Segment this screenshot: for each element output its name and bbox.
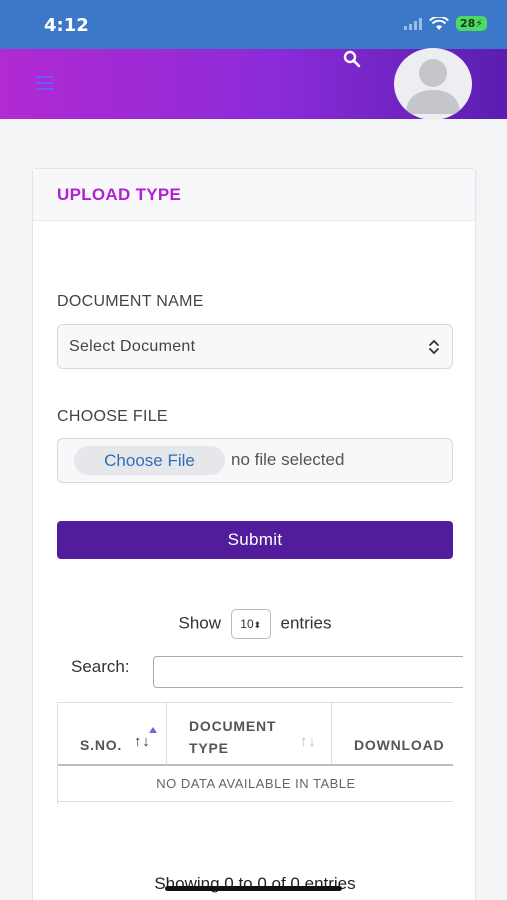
- column-header-document-type[interactable]: DOCUMENT TYPE ↑↓: [167, 703, 332, 765]
- home-indicator: [165, 886, 342, 891]
- wifi-icon: [429, 16, 449, 30]
- column-header-download[interactable]: DOWNLOAD: [332, 703, 453, 765]
- choose-file-button[interactable]: Choose File: [74, 446, 225, 475]
- sort-icon: ↑↓: [134, 733, 151, 750]
- select-caret-icon: ⬍: [253, 620, 262, 630]
- entries-select[interactable]: 10⬍: [230, 609, 271, 639]
- hamburger-icon[interactable]: [36, 76, 54, 90]
- avatar-silhouette-icon: [406, 59, 460, 114]
- status-bar: 4:12 28⚡: [0, 0, 507, 49]
- column-header-sno[interactable]: S.NO. ↑↓: [58, 703, 167, 765]
- document-select-value: Select Document: [69, 338, 196, 355]
- signal-icon: [403, 17, 422, 30]
- entries-label: entries: [280, 613, 332, 633]
- table-info: Showing 0 to 0 of 0 entries: [154, 874, 356, 893]
- entries-select-value: 10: [240, 617, 254, 631]
- column-header-label: S.NO.: [80, 737, 123, 753]
- search-icon[interactable]: [343, 50, 361, 68]
- battery-indicator: 28⚡: [455, 16, 487, 31]
- select-caret-icon: [429, 339, 439, 355]
- battery-level: 28: [459, 17, 476, 30]
- sort-icon: ↑↓: [300, 733, 317, 750]
- document-name-label: DOCUMENT NAME: [57, 293, 204, 310]
- show-label: Show: [178, 613, 222, 633]
- user-avatar-icon[interactable]: [394, 48, 472, 120]
- card-header: UPLOAD TYPE: [33, 169, 475, 221]
- column-header-label: DOCUMENT TYPE: [189, 718, 277, 756]
- show-entries-row: Show 10⬍ entries: [33, 609, 477, 639]
- file-status: no file selected: [231, 450, 345, 469]
- submit-button[interactable]: Submit: [57, 521, 453, 559]
- data-table: S.NO. ↑↓ DOCUMENT TYPE ↑↓ DOWNLOAD NO DA…: [57, 702, 453, 804]
- file-input[interactable]: Choose File no file selected: [57, 438, 453, 483]
- table-empty-row: NO DATA AVAILABLE IN TABLE: [58, 766, 453, 802]
- status-icons: 28⚡: [403, 16, 487, 31]
- choose-file-label: CHOOSE FILE: [57, 408, 168, 425]
- sort-ascending-icon: [149, 727, 157, 733]
- document-select[interactable]: Select Document: [57, 324, 453, 369]
- search-label: Search:: [71, 657, 130, 676]
- status-time: 4:12: [44, 15, 89, 36]
- upload-card: UPLOAD TYPE DOCUMENT NAME Select Documen…: [32, 168, 476, 900]
- table-header: S.NO. ↑↓ DOCUMENT TYPE ↑↓ DOWNLOAD: [58, 702, 453, 766]
- card-title: UPLOAD TYPE: [57, 185, 182, 204]
- search-input[interactable]: [153, 656, 463, 688]
- column-header-label: DOWNLOAD: [354, 737, 445, 753]
